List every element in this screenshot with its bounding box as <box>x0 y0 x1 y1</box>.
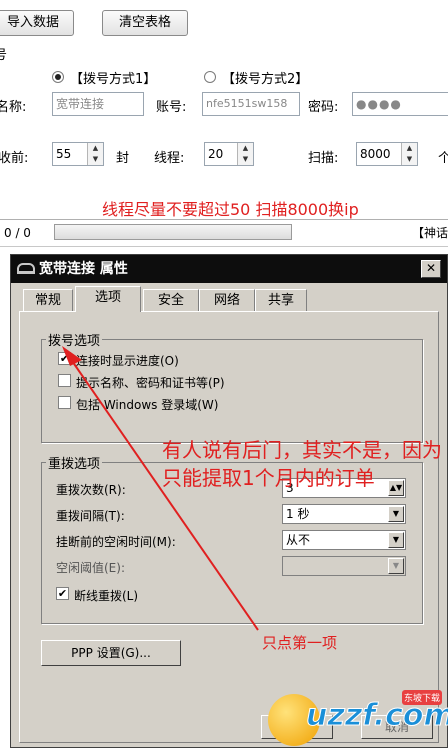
watermark-logo: uzzf.com 东坡下载 <box>268 690 448 748</box>
tab-options[interactable]: 选项 <box>75 286 141 312</box>
watermark-subtext: 东坡下载 <box>402 690 443 705</box>
annotation-arrow <box>62 346 259 631</box>
